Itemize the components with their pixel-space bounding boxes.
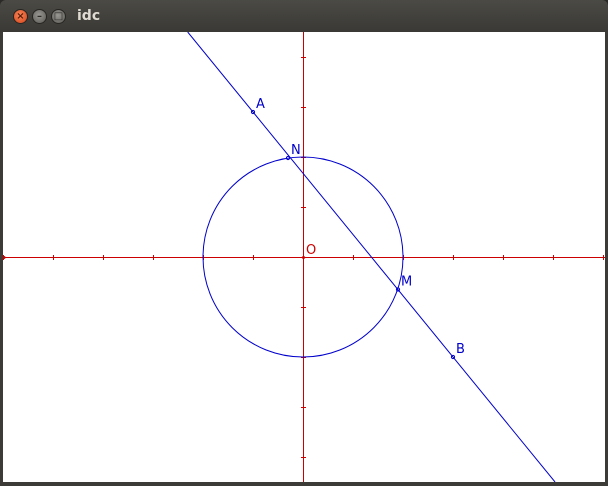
- title-bar[interactable]: × – □ idc: [0, 0, 608, 32]
- geometry-figure[interactable]: A B N M O: [3, 32, 605, 482]
- close-icon[interactable]: ×: [13, 9, 28, 24]
- window-title: idc: [77, 8, 101, 24]
- coordinate-axes: [3, 32, 605, 482]
- origin-point: [302, 256, 305, 259]
- label-m: M: [401, 275, 412, 290]
- maximize-icon[interactable]: □: [51, 9, 66, 24]
- app-window: × – □ idc A B N M O: [0, 0, 608, 486]
- label-a: A: [256, 97, 265, 112]
- minimize-icon[interactable]: –: [32, 9, 47, 24]
- x-axis-end-point: [3, 256, 6, 259]
- label-origin: O: [306, 243, 316, 258]
- label-b: B: [456, 342, 465, 357]
- drawing-canvas[interactable]: A B N M O: [3, 32, 605, 482]
- point-labels: A B N M O: [256, 97, 465, 357]
- label-n: N: [291, 143, 301, 158]
